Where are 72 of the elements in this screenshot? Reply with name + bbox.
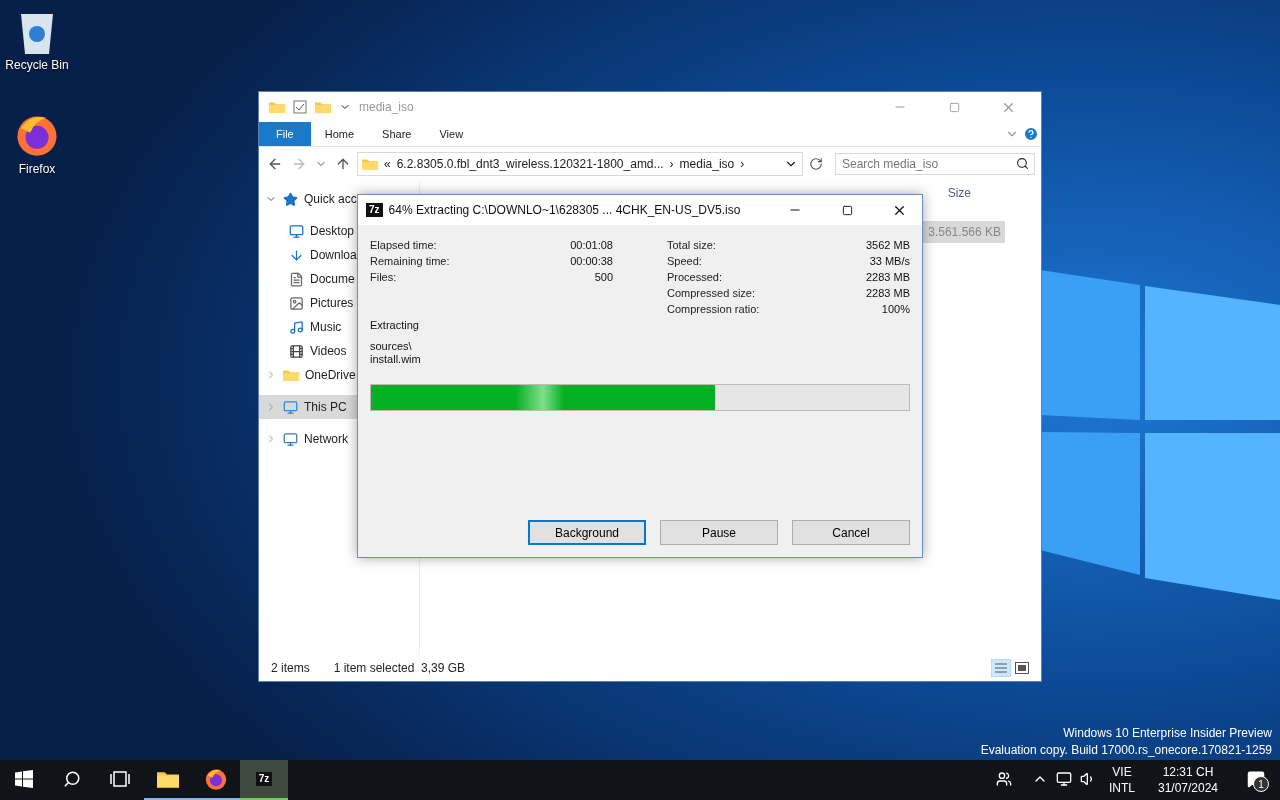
large-icons-view-icon[interactable] [1015, 662, 1029, 674]
stat-label: Remaining time: [370, 255, 451, 267]
dialog-button[interactable]: Background [528, 520, 646, 545]
people-icon [996, 771, 1012, 787]
music-icon [289, 319, 304, 335]
windows-logo-icon [15, 770, 33, 788]
stat-label: Files: [370, 271, 398, 283]
taskbar-app[interactable]: 7z [240, 760, 288, 800]
search-icon [63, 770, 81, 788]
task-view-icon [109, 771, 131, 787]
forward-arrow-icon [291, 156, 307, 172]
ribbon-tab[interactable]: Share [368, 122, 426, 146]
notification-badge: 1 [1253, 776, 1269, 792]
refresh-button[interactable] [807, 157, 825, 171]
pictures-icon [289, 295, 304, 311]
app-logo: 7z [366, 203, 383, 217]
folder-icon [315, 100, 331, 114]
stat-label: Compression ratio: [667, 303, 761, 315]
stat-value: 2283 MB [865, 271, 910, 283]
computer-icon [283, 399, 298, 415]
document-icon [289, 271, 304, 287]
ribbon-tab[interactable]: Home [310, 122, 369, 146]
network-icon [283, 431, 298, 447]
desktop-shortcut[interactable]: Firefox [0, 112, 74, 176]
item-count: 2 items [271, 661, 310, 675]
search-icon [1016, 157, 1029, 170]
dialog-title: 64% Extracting C:\DOWNLO~1\628305 ... 4CHK_EN-US_DV5.iso [388, 203, 742, 217]
star-icon [283, 191, 298, 207]
desktop-icon [289, 223, 304, 239]
stat-label: Total size: [667, 239, 717, 251]
folder-icon [157, 770, 179, 788]
stat-label: Elapsed time: [370, 239, 438, 251]
folder-icon [283, 368, 299, 382]
network-icon [1056, 771, 1072, 787]
stat-label: Speed: [667, 255, 703, 267]
edition-text: Evaluation copy. Build 17000.rs_onecore.170821-1259 [980, 743, 1272, 757]
refresh-icon [809, 157, 823, 171]
stat-value: 2283 MB [865, 287, 910, 299]
stat-value: 100% [880, 303, 910, 315]
clock[interactable]: 12:31 CH 31/07/2024 [1144, 765, 1232, 795]
address-bar[interactable]: « 6.2.8305.0.fbl_dnt3_wireless.120321-1800_amd... › media_iso › [357, 152, 803, 176]
column-header[interactable]: Size [947, 186, 971, 200]
dialog-button[interactable]: Cancel [792, 520, 910, 545]
maximize-icon [948, 101, 960, 113]
download-icon [289, 247, 304, 263]
stat-value: 33 MB/s [868, 255, 910, 267]
ribbon-tab[interactable]: View [425, 122, 478, 146]
dialog-button[interactable]: Pause [660, 520, 778, 545]
film-icon [289, 343, 304, 359]
stat-value: 3562 MB [865, 239, 910, 251]
action-center-button[interactable]: 1 [1232, 760, 1280, 800]
stat-value: 500 [593, 271, 613, 283]
folder-icon [362, 157, 378, 171]
window-title: media_iso [359, 100, 415, 114]
back-arrow-icon [267, 156, 283, 172]
desktop-shortcut[interactable]: Recycle Bin [0, 8, 74, 72]
current-file: install.wim [370, 353, 422, 366]
folder-icon [269, 100, 285, 114]
search-field[interactable]: Search media_iso [835, 153, 1035, 175]
properties-icon[interactable] [293, 100, 307, 114]
stat-value: 00:01:08 [570, 239, 613, 251]
maximize-icon [841, 204, 853, 216]
edition-text: Windows 10 Enterprise Insider Preview [1063, 726, 1272, 740]
firefox-icon [204, 767, 228, 791]
operation-label: Extracting [370, 319, 420, 332]
stat-label: Compressed size: [667, 287, 757, 299]
selection-info: 1 item selected 3,39 GB [333, 661, 466, 675]
stat-label: Processed: [667, 271, 724, 283]
stat-value: 00:00:38 [570, 255, 613, 267]
current-folder: sources\ [370, 340, 413, 353]
help-icon [1023, 126, 1039, 142]
language-button[interactable]: VIE INTL [1100, 765, 1144, 795]
